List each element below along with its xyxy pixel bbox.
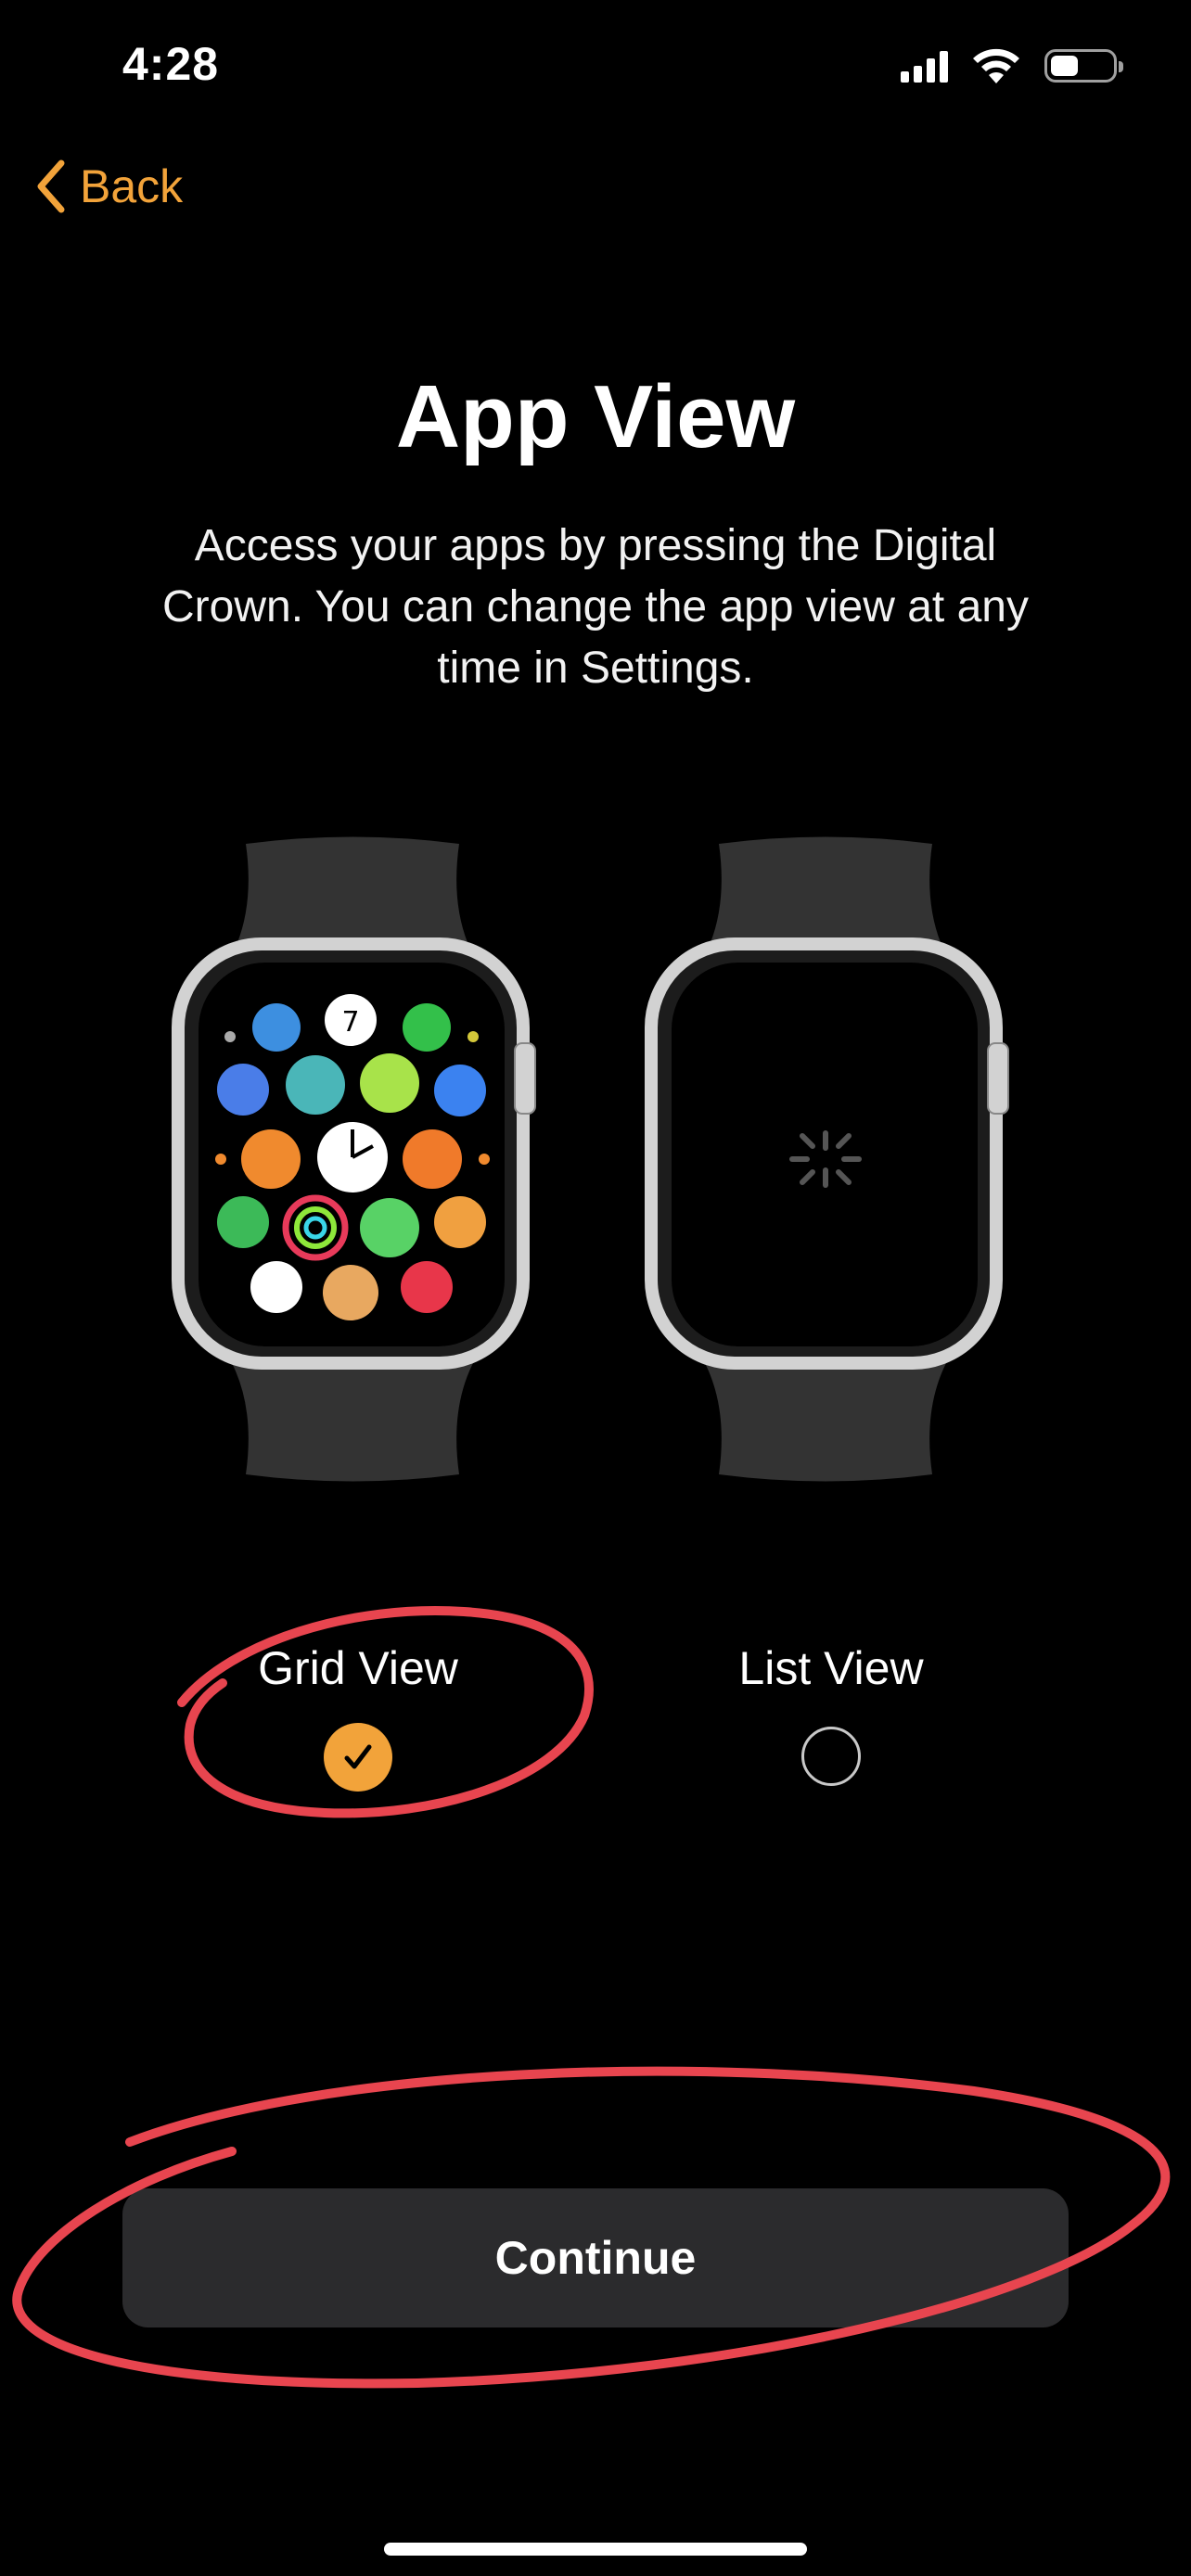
list-view-option[interactable]: List View bbox=[646, 1641, 1017, 1786]
list-view-watch-illustration[interactable] bbox=[640, 835, 1011, 1484]
grid-view-radio-checked[interactable] bbox=[324, 1723, 392, 1792]
battery-icon bbox=[1044, 49, 1123, 83]
continue-button[interactable]: Continue bbox=[122, 2188, 1069, 2327]
status-time: 4:28 bbox=[122, 38, 220, 90]
status-icons bbox=[901, 46, 1123, 85]
wifi-icon bbox=[973, 48, 1019, 83]
grid-view-option[interactable]: Grid View bbox=[173, 1641, 544, 1792]
cellular-signal-icon bbox=[901, 49, 948, 83]
list-view-label: List View bbox=[738, 1642, 924, 1694]
list-view-radio[interactable] bbox=[801, 1727, 861, 1786]
page-description: Access your apps by pressing the Digital… bbox=[162, 521, 1029, 693]
chevron-left-icon bbox=[37, 159, 65, 213]
back-button[interactable]: Back bbox=[33, 158, 183, 215]
svg-text:7: 7 bbox=[341, 1006, 359, 1039]
page-title: App View bbox=[395, 367, 796, 466]
checkmark-icon bbox=[344, 1744, 372, 1769]
grid-view-watch-illustration[interactable]: 7 bbox=[167, 835, 538, 1484]
back-label: Back bbox=[80, 160, 184, 212]
home-indicator bbox=[384, 2543, 807, 2556]
grid-view-label: Grid View bbox=[258, 1642, 458, 1694]
